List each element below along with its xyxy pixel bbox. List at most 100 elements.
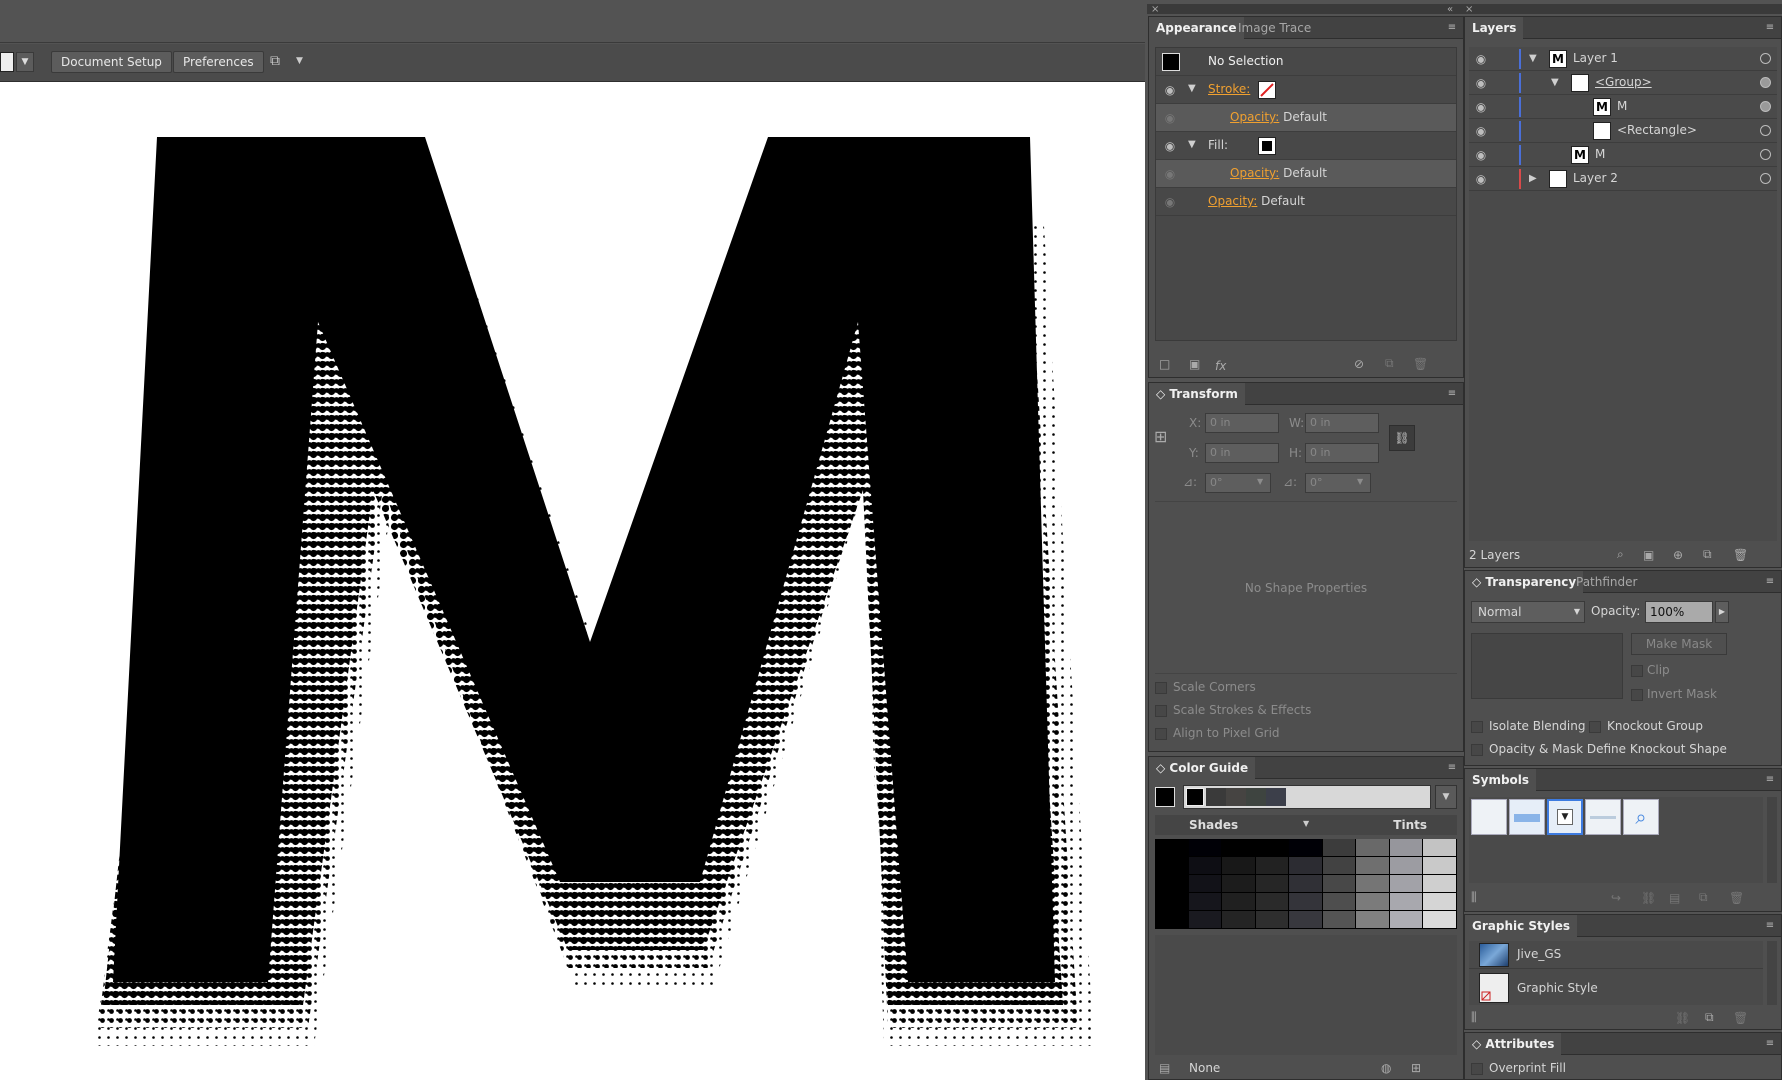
layer-name[interactable]: Layer 2 bbox=[1573, 171, 1618, 185]
eye-icon[interactable]: ◉ bbox=[1162, 83, 1178, 97]
panel-menu-icon[interactable]: ≡ bbox=[1445, 762, 1459, 774]
panel-menu-icon[interactable]: ≡ bbox=[1763, 920, 1777, 932]
tab-image-trace[interactable]: Image Trace bbox=[1231, 17, 1318, 39]
align-pixel-grid-checkbox[interactable] bbox=[1155, 728, 1167, 740]
w-field[interactable]: 0 in bbox=[1305, 413, 1379, 433]
shade-cell[interactable] bbox=[1423, 875, 1456, 892]
shade-cell[interactable] bbox=[1289, 839, 1322, 856]
chevron-right-icon[interactable]: ▶ bbox=[1529, 173, 1537, 184]
opacity-field[interactable]: 100% bbox=[1645, 601, 1713, 623]
duplicate-item-icon[interactable]: ⧉ bbox=[1385, 356, 1394, 371]
shade-cell[interactable] bbox=[1322, 839, 1356, 856]
fill-swatch[interactable] bbox=[1258, 137, 1276, 155]
shade-cell[interactable] bbox=[1389, 893, 1423, 910]
h-field[interactable]: 0 in bbox=[1305, 443, 1379, 463]
trash-icon[interactable]: 🗑 bbox=[1729, 891, 1744, 905]
x-field[interactable]: 0 in bbox=[1205, 413, 1279, 433]
shade-cell[interactable] bbox=[1155, 893, 1188, 910]
break-link-icon[interactable]: ⛓ bbox=[1675, 1011, 1690, 1025]
target-icon[interactable] bbox=[1760, 173, 1771, 184]
shade-cell[interactable] bbox=[1389, 875, 1423, 892]
panel-menu-icon[interactable]: ≡ bbox=[1763, 774, 1777, 786]
shade-cell[interactable] bbox=[1356, 911, 1389, 928]
shade-cell[interactable] bbox=[1356, 857, 1389, 874]
library-icon[interactable]: ⫼ bbox=[1471, 1010, 1477, 1025]
fx-icon[interactable]: fx bbox=[1215, 359, 1226, 373]
save-group-icon[interactable]: ⊞ bbox=[1411, 1061, 1421, 1075]
chevron-down-icon[interactable]: ▼ bbox=[296, 56, 303, 66]
isolate-blending-checkbox[interactable] bbox=[1471, 721, 1483, 733]
shade-cell[interactable] bbox=[1389, 839, 1423, 856]
target-icon[interactable] bbox=[1760, 77, 1771, 88]
stroke-opacity-row[interactable]: ◉ Opacity: Default bbox=[1156, 104, 1456, 132]
collapse-icon[interactable]: « bbox=[1447, 4, 1453, 15]
layer-row[interactable]: ◉ ▶ Layer 2 bbox=[1469, 167, 1777, 191]
shade-cell[interactable] bbox=[1155, 857, 1188, 874]
layer-name[interactable]: M bbox=[1617, 99, 1627, 113]
shade-cell[interactable] bbox=[1423, 911, 1456, 928]
base-color-swatch[interactable] bbox=[1155, 787, 1175, 807]
layer-row[interactable]: ◉ M M bbox=[1469, 143, 1777, 167]
scale-corners-checkbox[interactable] bbox=[1155, 682, 1167, 694]
arrange-icon[interactable]: ⧉ bbox=[270, 53, 280, 69]
shade-cell[interactable] bbox=[1356, 893, 1389, 910]
tab-layers[interactable]: Layers bbox=[1465, 17, 1524, 39]
shade-cell[interactable] bbox=[1255, 893, 1289, 910]
trash-icon[interactable]: 🗑 bbox=[1733, 548, 1748, 562]
chevron-down-icon[interactable]: ▼ bbox=[1357, 477, 1363, 486]
define-knockout-checkbox[interactable] bbox=[1471, 744, 1483, 756]
layer-row[interactable]: ◉ M M bbox=[1469, 95, 1777, 119]
close-icon[interactable]: × bbox=[1151, 4, 1159, 15]
new-layer-icon[interactable]: ⧉ bbox=[1703, 547, 1712, 562]
chevron-down-icon[interactable]: ▼ bbox=[1435, 785, 1457, 809]
shade-cell[interactable] bbox=[1423, 893, 1456, 910]
panel-menu-icon[interactable]: ≡ bbox=[1763, 1038, 1777, 1050]
tab-pathfinder[interactable]: Pathfinder bbox=[1569, 571, 1644, 593]
clip-checkbox[interactable] bbox=[1631, 665, 1643, 677]
chevron-right-icon[interactable]: ▶ bbox=[1715, 601, 1729, 623]
tab-transform[interactable]: ◇ Transform bbox=[1149, 383, 1245, 405]
shade-cell[interactable] bbox=[1222, 911, 1255, 928]
knockout-group-checkbox[interactable] bbox=[1589, 721, 1601, 733]
shade-cell[interactable] bbox=[1188, 893, 1222, 910]
shade-cell[interactable] bbox=[1322, 911, 1356, 928]
y-field[interactable]: 0 in bbox=[1205, 443, 1279, 463]
shade-cell[interactable] bbox=[1356, 875, 1389, 892]
eye-icon[interactable]: ◉ bbox=[1473, 52, 1489, 66]
symbol-item[interactable]: ▼ bbox=[1547, 799, 1583, 835]
eye-icon[interactable]: ◉ bbox=[1162, 139, 1178, 153]
object-opacity-row[interactable]: ◉ Opacity: Default bbox=[1156, 188, 1456, 216]
eye-icon[interactable]: ◉ bbox=[1162, 167, 1178, 181]
document-setup-button[interactable]: Document Setup bbox=[51, 51, 172, 73]
make-mask-button[interactable]: Make Mask bbox=[1631, 633, 1727, 655]
shade-cell[interactable] bbox=[1188, 911, 1222, 928]
clipping-mask-icon[interactable]: ▣ bbox=[1643, 548, 1654, 562]
shade-cell[interactable] bbox=[1222, 875, 1255, 892]
shade-cell[interactable] bbox=[1255, 875, 1289, 892]
target-icon[interactable] bbox=[1760, 101, 1771, 112]
symbol-item[interactable] bbox=[1509, 799, 1545, 835]
shade-cell[interactable] bbox=[1222, 839, 1255, 856]
clear-appearance-icon[interactable]: ⊘ bbox=[1354, 357, 1364, 371]
library-icon[interactable]: ⫼ bbox=[1471, 890, 1477, 905]
new-symbol-icon[interactable]: ⧉ bbox=[1699, 890, 1708, 905]
preferences-button[interactable]: Preferences bbox=[173, 51, 264, 73]
tab-symbols[interactable]: Symbols bbox=[1465, 769, 1537, 791]
eye-icon[interactable]: ◉ bbox=[1473, 172, 1489, 186]
chevron-down-icon[interactable]: ▼ bbox=[1188, 83, 1196, 94]
eye-icon[interactable]: ◉ bbox=[1473, 124, 1489, 138]
new-sublayer-icon[interactable]: ⊕ bbox=[1673, 548, 1683, 562]
layer-name[interactable]: Layer 1 bbox=[1573, 51, 1618, 65]
chevron-down-icon[interactable]: ▼ bbox=[1551, 77, 1559, 88]
tab-transparency[interactable]: ◇ Transparency bbox=[1465, 571, 1584, 593]
shade-cell[interactable] bbox=[1188, 857, 1222, 874]
shade-cell[interactable] bbox=[1389, 857, 1423, 874]
shade-cell[interactable] bbox=[1222, 857, 1255, 874]
shade-grid[interactable] bbox=[1155, 839, 1457, 929]
symbols-scrollbar[interactable] bbox=[1767, 797, 1777, 883]
trash-icon[interactable]: 🗑 bbox=[1413, 357, 1428, 371]
shade-cell[interactable] bbox=[1188, 839, 1222, 856]
shade-cell[interactable] bbox=[1289, 911, 1322, 928]
shade-cell[interactable] bbox=[1356, 839, 1389, 856]
break-link-icon[interactable]: ⛓ bbox=[1641, 891, 1656, 905]
